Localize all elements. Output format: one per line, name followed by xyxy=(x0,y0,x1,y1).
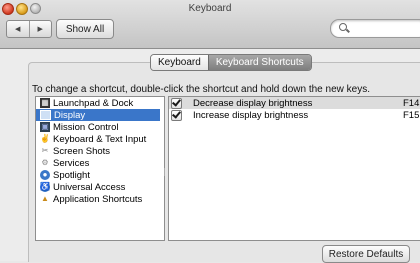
back-arrow-icon[interactable]: ◀ xyxy=(7,21,29,37)
category-item-mission-control[interactable]: ▣ Mission Control xyxy=(36,121,160,133)
category-label: Application Shortcuts xyxy=(53,193,143,205)
search-icon xyxy=(339,23,347,31)
instruction-text: To change a shortcut, double-click the s… xyxy=(32,84,370,95)
launchpad-icon: ▦ xyxy=(40,98,50,108)
category-label: Universal Access xyxy=(53,181,126,193)
category-label: Services xyxy=(53,157,90,169)
shortcut-key[interactable]: F14 xyxy=(403,98,419,109)
category-label: Launchpad & Dock xyxy=(53,97,134,109)
category-item-screen-shots[interactable]: ✂ Screen Shots xyxy=(36,145,160,157)
forward-arrow-icon[interactable]: ▶ xyxy=(28,21,52,37)
category-list: ▦ Launchpad & Dock Display ▣ Mission Con… xyxy=(35,96,165,241)
window-title: Keyboard xyxy=(188,3,232,14)
category-label: Screen Shots xyxy=(53,145,111,157)
keyboard-icon: ✌ xyxy=(40,134,50,143)
category-label: Spotlight xyxy=(53,169,90,181)
show-all-button[interactable]: Show All xyxy=(56,19,114,39)
display-icon xyxy=(40,110,51,120)
shortcut-enabled-checkbox[interactable] xyxy=(171,110,182,121)
category-item-application-shortcuts[interactable]: ▲ Application Shortcuts xyxy=(36,193,160,205)
spotlight-icon: ● xyxy=(40,170,50,180)
universal-access-icon: ♿ xyxy=(40,182,50,192)
mission-control-icon: ▣ xyxy=(40,122,50,132)
category-item-services[interactable]: ⚙ Services xyxy=(36,157,160,169)
app-shortcuts-icon: ▲ xyxy=(41,194,49,203)
category-label: Keyboard & Text Input xyxy=(53,133,147,145)
screenshot-icon: ✂ xyxy=(41,146,49,155)
tab-bar: Keyboard Keyboard Shortcuts xyxy=(150,54,312,71)
category-label: Display xyxy=(54,109,86,121)
shortcut-row[interactable]: Decrease display brightness F14 xyxy=(169,97,420,109)
shortcut-row[interactable]: Increase display brightness F15 xyxy=(169,109,420,121)
category-item-launchpad-dock[interactable]: ▦ Launchpad & Dock xyxy=(36,97,160,109)
shortcut-list: Decrease display brightness F14 Increase… xyxy=(168,96,420,241)
shortcut-key[interactable]: F15 xyxy=(403,110,419,121)
category-item-universal-access[interactable]: ♿ Universal Access xyxy=(36,181,160,193)
preferences-window: Keyboard ◀ ▶ Show All Keyboard Keyboard … xyxy=(0,0,420,263)
title-bar: Keyboard ◀ ▶ Show All xyxy=(0,0,420,49)
search-field[interactable] xyxy=(330,19,420,38)
category-item-keyboard-text-input[interactable]: ✌ Keyboard & Text Input xyxy=(36,133,160,145)
back-forward-control[interactable]: ◀ ▶ xyxy=(6,20,52,38)
shortcut-enabled-checkbox[interactable] xyxy=(171,98,182,109)
tab-keyboard[interactable]: Keyboard xyxy=(151,55,208,70)
tab-keyboard-shortcuts[interactable]: Keyboard Shortcuts xyxy=(207,55,311,70)
shortcut-name: Increase display brightness xyxy=(193,109,309,121)
restore-defaults-button[interactable]: Restore Defaults xyxy=(322,245,410,263)
shortcut-name: Decrease display brightness xyxy=(193,97,313,109)
services-icon: ⚙ xyxy=(41,158,49,167)
category-item-display[interactable]: Display xyxy=(36,109,160,121)
category-label: Mission Control xyxy=(53,121,119,133)
category-item-spotlight[interactable]: ● Spotlight xyxy=(36,169,160,181)
